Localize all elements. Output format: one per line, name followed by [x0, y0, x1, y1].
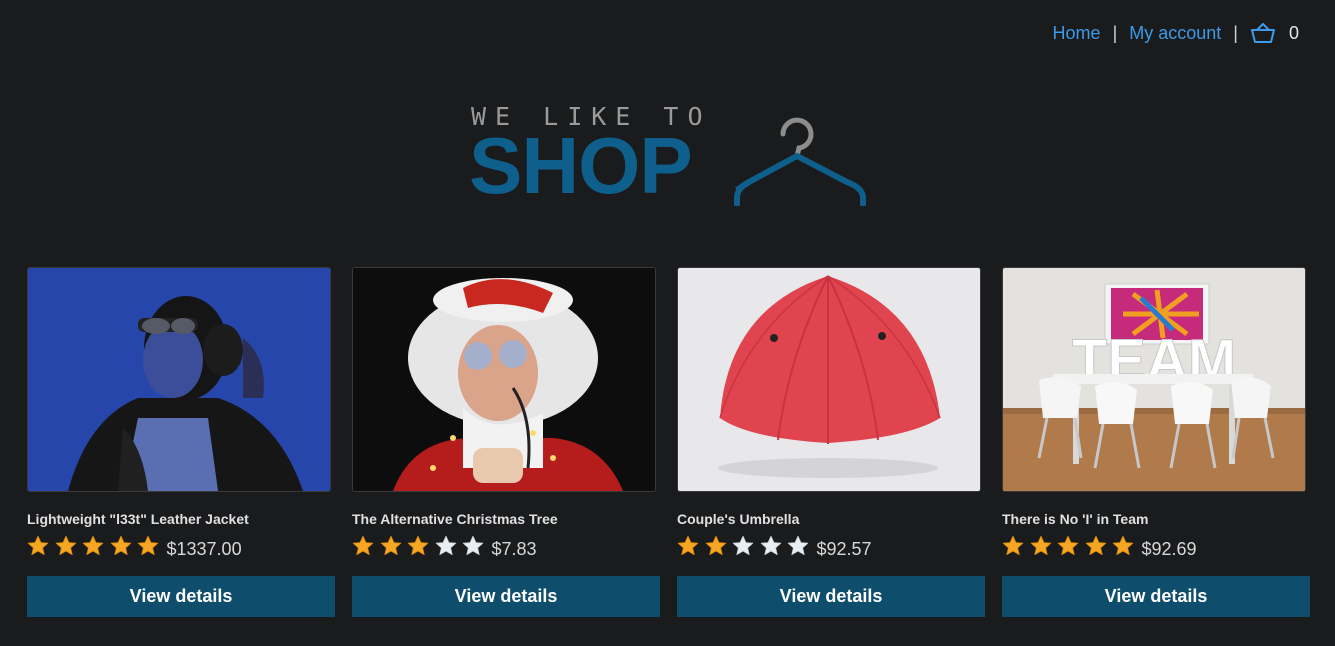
product-title[interactable]: There is No 'I' in Team: [1002, 511, 1310, 527]
product-card: The Alternative Christmas Tree $7.83 Vie…: [352, 267, 660, 617]
star-rating: [1002, 535, 1140, 557]
page: Home | My account | 0 WE LIKE TO SHOP Li…: [0, 0, 1335, 646]
nav-separator: |: [1112, 22, 1118, 43]
star-filled-icon: [1057, 535, 1079, 555]
star-filled-icon: [1030, 535, 1051, 555]
hanger-icon: [733, 104, 869, 211]
star-empty-icon: [760, 535, 781, 555]
star-filled-icon: [705, 535, 726, 555]
star-filled-icon: [1085, 535, 1106, 555]
star-filled-icon: [1002, 535, 1024, 555]
product-image[interactable]: [677, 267, 981, 492]
top-nav: Home | My account | 0: [1053, 22, 1299, 44]
star-empty-icon: [787, 535, 809, 555]
star-filled-icon: [82, 535, 104, 555]
star-filled-icon: [380, 535, 401, 555]
logo-shop-text: SHOP: [469, 121, 693, 210]
cart-link[interactable]: 0: [1250, 22, 1299, 44]
star-filled-icon: [407, 535, 429, 555]
product-price: $92.69: [1141, 538, 1197, 559]
shop-logo[interactable]: WE LIKE TO SHOP: [469, 98, 871, 211]
my-account-link[interactable]: My account: [1129, 23, 1221, 44]
product-card: Couple's Umbrella $92.57 View details: [677, 267, 985, 617]
product-price: $92.57: [816, 538, 872, 559]
star-filled-icon: [352, 535, 374, 555]
star-filled-icon: [137, 535, 159, 555]
cart-count: 0: [1288, 22, 1299, 43]
product-price: $7.83: [491, 538, 537, 559]
star-filled-icon: [110, 535, 131, 555]
star-filled-icon: [677, 535, 699, 555]
product-card: TEAM There is No 'I' in Team $92.69 View…: [1002, 267, 1310, 617]
product-title[interactable]: The Alternative Christmas Tree: [352, 511, 660, 527]
star-filled-icon: [1112, 535, 1134, 555]
product-image[interactable]: TEAM: [1002, 267, 1306, 492]
star-rating: [27, 535, 165, 557]
product-card: Lightweight "l33t" Leather Jacket $1337.…: [27, 267, 335, 617]
star-empty-icon: [732, 535, 754, 555]
product-image[interactable]: [352, 267, 656, 492]
star-filled-icon: [55, 535, 76, 555]
home-link[interactable]: Home: [1053, 23, 1101, 44]
product-title[interactable]: Lightweight "l33t" Leather Jacket: [27, 511, 335, 527]
basket-icon: [1250, 22, 1276, 44]
nav-separator: |: [1233, 22, 1238, 43]
product-title[interactable]: Couple's Umbrella: [677, 511, 985, 527]
product-price: $1337.00: [166, 538, 242, 559]
view-details-button[interactable]: View details: [352, 576, 660, 617]
star-empty-icon: [462, 535, 484, 555]
star-filled-icon: [27, 535, 49, 555]
product-image[interactable]: [27, 267, 331, 492]
star-empty-icon: [435, 535, 456, 555]
view-details-button[interactable]: View details: [27, 576, 335, 617]
star-rating: [677, 535, 815, 557]
view-details-button[interactable]: View details: [677, 576, 985, 617]
star-rating: [352, 535, 490, 557]
view-details-button[interactable]: View details: [1002, 576, 1310, 617]
